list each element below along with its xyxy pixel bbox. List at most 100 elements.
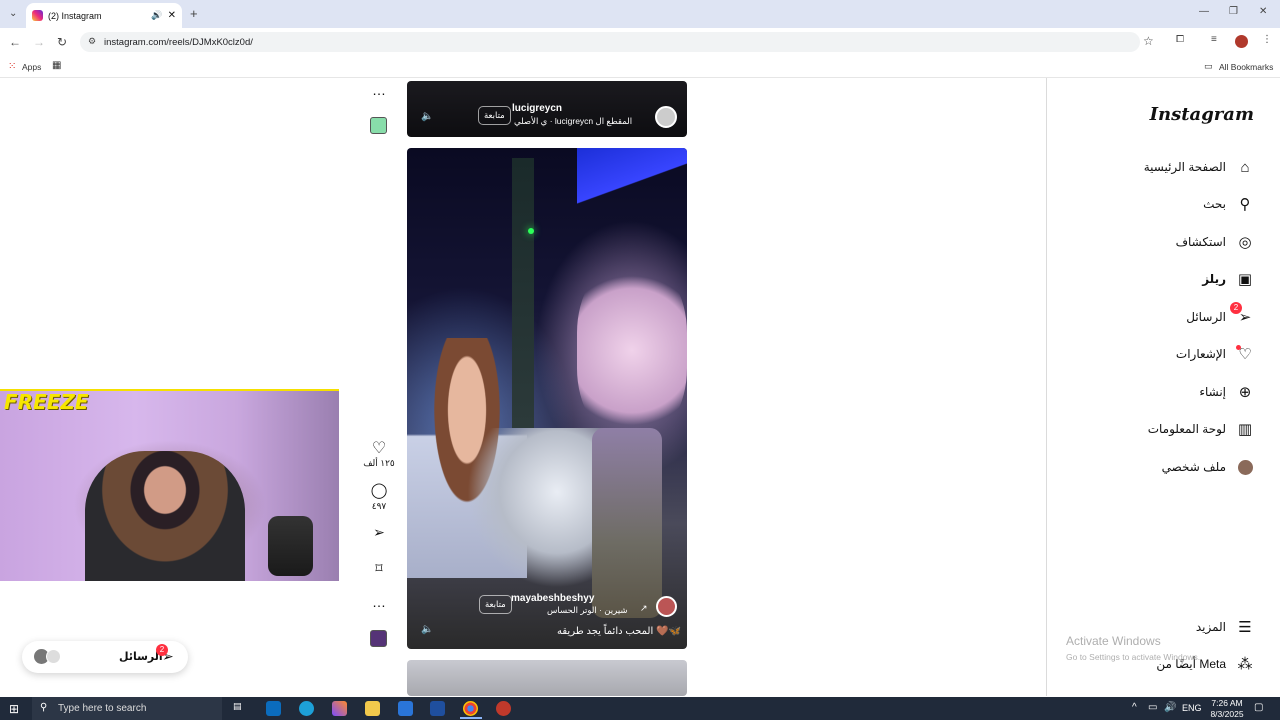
hamburger-icon: ☰ bbox=[1238, 619, 1252, 636]
more-options-icon[interactable]: … bbox=[369, 594, 389, 610]
search-icon: ⚲ bbox=[40, 702, 48, 713]
search-icon: ⚲ bbox=[1239, 196, 1251, 213]
browser-tab[interactable]: (2) Instagram 🔊 ✕ bbox=[26, 3, 182, 28]
reel-username[interactable]: mayabeshbeshyy bbox=[511, 593, 594, 604]
mute-icon[interactable]: 🔈 bbox=[421, 111, 433, 122]
plus-icon: ⊕ bbox=[1238, 384, 1252, 401]
nav-search[interactable]: بحث ⚲ bbox=[1203, 195, 1254, 213]
reel-audio[interactable]: شيرين · الوتر الحساس bbox=[547, 605, 628, 616]
nav-create[interactable]: إنشاء ⊕ bbox=[1199, 383, 1254, 401]
audio-arrow-icon[interactable]: ↗ bbox=[640, 603, 648, 614]
avatar bbox=[46, 649, 61, 664]
nav-notifications[interactable]: الإشعارات ♡ bbox=[1176, 345, 1254, 363]
meta-grid-icon: ⁂ bbox=[1237, 656, 1253, 673]
tab-groups-icon[interactable]: ▦ bbox=[52, 60, 61, 71]
watermark-title: Activate Windows bbox=[1066, 634, 1161, 648]
outlook-icon[interactable] bbox=[266, 701, 281, 716]
nav-more[interactable]: المزيد ☰ bbox=[1196, 618, 1254, 636]
new-tab-icon[interactable]: + bbox=[190, 6, 198, 21]
language-indicator[interactable]: ENG bbox=[1182, 703, 1202, 713]
apps-bookmark[interactable]: Apps bbox=[22, 62, 41, 72]
nav-profile[interactable]: ملف شخصي bbox=[1162, 458, 1254, 476]
reel-username[interactable]: lucigreycn bbox=[512, 103, 562, 114]
notifications-icon[interactable]: ▢ bbox=[1254, 702, 1263, 713]
save-icon[interactable]: ⌑ bbox=[369, 560, 389, 577]
instagram-logo[interactable]: Instagram bbox=[1150, 104, 1254, 125]
reel-avatar[interactable] bbox=[655, 106, 677, 128]
active-app-indicator bbox=[460, 717, 482, 719]
media-icon[interactable]: ≡ bbox=[1211, 34, 1217, 45]
obs-icon[interactable] bbox=[496, 701, 511, 716]
messages-pill[interactable]: الرسائل ➢ 2 bbox=[22, 641, 188, 673]
reel-previous[interactable]: 🔈 متابعة lucigreycn ي الأصلي · lucigreyc… bbox=[407, 81, 687, 137]
streamer bbox=[85, 451, 245, 581]
comments-count: ٤٩٧ bbox=[371, 501, 387, 511]
follow-button[interactable]: متابعة bbox=[478, 106, 511, 125]
store-icon[interactable] bbox=[398, 701, 413, 716]
reel-current[interactable]: 🔈 متابعة mayabeshbeshyy شيرين · الوتر ال… bbox=[407, 148, 687, 649]
edge-icon[interactable] bbox=[299, 701, 314, 716]
back-icon[interactable]: ← bbox=[9, 35, 21, 49]
nav-messages[interactable]: الرسائل ➢ 2 bbox=[1186, 302, 1254, 326]
nav-reels[interactable]: ريلز ▣ bbox=[1202, 270, 1254, 288]
more-options-icon[interactable]: … bbox=[369, 82, 389, 98]
tab-close-icon[interactable]: ✕ bbox=[168, 10, 176, 21]
compass-icon: ◎ bbox=[1238, 234, 1252, 251]
like-icon[interactable]: ♡ bbox=[369, 438, 389, 458]
nav-label: الصفحة الرئيسية bbox=[1143, 160, 1226, 174]
tray-chevron-icon[interactable]: ^ bbox=[1132, 702, 1137, 713]
bookmark-star-icon[interactable]: ☆ bbox=[1143, 34, 1154, 48]
nav-label: الرسائل bbox=[1186, 310, 1226, 324]
reel-avatar[interactable] bbox=[656, 596, 677, 617]
site-info-icon[interactable]: ⚙ bbox=[88, 36, 96, 47]
network-icon[interactable]: ▭ bbox=[1148, 702, 1157, 713]
window-close-icon[interactable]: ✕ bbox=[1259, 6, 1267, 17]
volume-icon[interactable]: 🔊 bbox=[1164, 702, 1176, 713]
audio-thumb[interactable] bbox=[370, 117, 387, 134]
windows-start-icon[interactable]: ⊞ bbox=[9, 702, 19, 716]
audio-thumb[interactable] bbox=[370, 630, 387, 647]
dashboard-icon: ▥ bbox=[1237, 421, 1253, 438]
reload-icon[interactable]: ↻ bbox=[57, 35, 67, 49]
minimize-icon[interactable]: — bbox=[1199, 6, 1209, 17]
copilot-icon[interactable] bbox=[332, 701, 347, 716]
task-view-icon[interactable]: ▤ bbox=[233, 701, 248, 716]
nav-dashboard[interactable]: لوحة المعلومات ▥ bbox=[1148, 420, 1254, 438]
restore-icon[interactable]: ❐ bbox=[1229, 6, 1238, 17]
all-bookmarks[interactable]: All Bookmarks bbox=[1219, 62, 1273, 72]
forward-icon[interactable]: → bbox=[33, 35, 45, 49]
chrome-icon[interactable] bbox=[463, 701, 478, 716]
share-icon[interactable]: ➢ bbox=[369, 524, 389, 541]
home-icon: ⌂ bbox=[1240, 158, 1250, 176]
blue-awning bbox=[577, 148, 687, 218]
clock-time[interactable]: 7:26 AM bbox=[1207, 698, 1247, 708]
reel-next[interactable] bbox=[407, 660, 687, 696]
bookmarks-bar: ⁙ Apps ▦ ▭ All Bookmarks bbox=[0, 56, 1280, 78]
menu-icon[interactable]: ⋮ bbox=[1262, 34, 1272, 45]
nav-home[interactable]: الصفحة الرئيسية ⌂ bbox=[1144, 158, 1254, 176]
minaret-light bbox=[528, 228, 534, 234]
nav-explore[interactable]: استكشاف ◎ bbox=[1176, 233, 1254, 251]
heart-icon: ♡ bbox=[1236, 345, 1254, 363]
mute-icon[interactable]: 🔈 bbox=[421, 624, 433, 635]
security-icon[interactable] bbox=[430, 701, 445, 716]
likes-count: ١٢٥ ألف bbox=[363, 458, 395, 468]
reel-audio[interactable]: ي الأصلي · lucigreycn المقطع ال bbox=[514, 116, 632, 127]
extensions-icon[interactable]: ⧠ bbox=[1176, 34, 1184, 45]
nav-label: ريلز bbox=[1202, 272, 1226, 286]
profile-avatar[interactable] bbox=[1235, 35, 1248, 48]
messages-badge: 2 bbox=[1230, 302, 1242, 314]
tab-search-icon[interactable]: ⌄ bbox=[9, 8, 17, 19]
instagram-favicon-icon bbox=[32, 10, 43, 21]
messages-pill-badge: 2 bbox=[156, 644, 168, 656]
address-bar[interactable]: ⚙ instagram.com/reels/DJMxK0clz0d/ bbox=[80, 32, 1140, 52]
reels-icon: ▣ bbox=[1237, 271, 1253, 288]
taskbar-search[interactable]: ⚲ Type here to search bbox=[32, 697, 222, 720]
comment-icon[interactable]: ◯ bbox=[369, 481, 389, 499]
nav-label: لوحة المعلومات bbox=[1147, 422, 1226, 436]
taskbar-search-placeholder: Type here to search bbox=[58, 703, 147, 714]
follow-button[interactable]: متابعة bbox=[479, 595, 512, 614]
file-explorer-icon[interactable] bbox=[365, 701, 380, 716]
audio-icon[interactable]: 🔊 bbox=[151, 10, 162, 21]
clock-date[interactable]: 8/3/2025 bbox=[1205, 709, 1249, 719]
